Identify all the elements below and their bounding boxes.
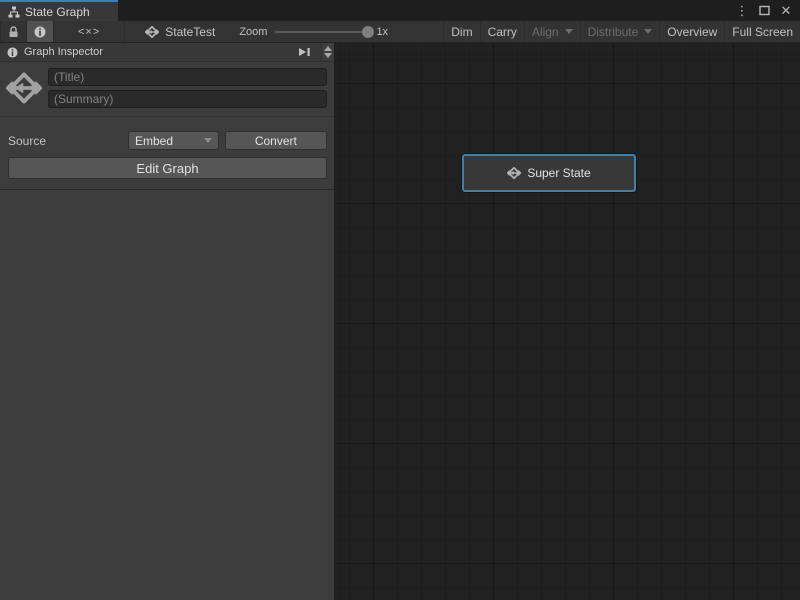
source-label: Source [8,134,128,148]
toolbar: <×> StateTest Zoom 1x Dim [0,21,800,43]
align-button[interactable]: Align [525,21,581,42]
inspector-empty-area [0,190,334,600]
node-label: Super State [527,166,590,180]
panel-scroll-arrows[interactable] [321,43,334,61]
distribute-label: Distribute [588,25,639,39]
scroll-up-icon[interactable] [324,46,332,51]
distribute-button[interactable]: Distribute [581,21,661,42]
close-icon[interactable]: ✕ [778,3,794,19]
scroll-down-icon[interactable] [324,53,332,58]
zoom-slider[interactable] [275,31,368,33]
align-label: Align [532,25,559,39]
inspector-header: Graph Inspector [0,43,334,62]
inspector-title: Graph Inspector [24,46,288,58]
code-icon: <×> [78,26,100,38]
zoom-value: 1x [376,26,388,38]
window-menu-icon[interactable]: ⋮ [734,3,750,19]
chevron-down-icon [565,29,573,34]
info-icon [34,26,46,38]
graph-canvas[interactable]: Super State [335,43,800,600]
super-state-node[interactable]: Super State [462,154,636,192]
inspector-toggle-button[interactable] [27,21,54,42]
dim-label: Dim [451,25,472,39]
convert-button[interactable]: Convert [225,131,327,150]
titlebar-spacer [118,0,728,21]
overview-button[interactable]: Overview [660,21,725,42]
chevron-down-icon [644,29,652,34]
state-machine-icon [145,25,159,39]
window-controls: ⋮ ✕ [728,0,800,21]
edit-graph-label: Edit Graph [136,161,198,176]
machine-breadcrumb[interactable]: StateTest [125,21,225,42]
source-dropdown[interactable]: Embed [128,131,219,150]
info-icon [7,47,18,58]
state-graph-window: State Graph ⋮ ✕ [0,0,800,600]
maximize-icon[interactable] [756,3,772,19]
fullscreen-label: Full Screen [732,25,793,39]
lock-icon [8,26,19,38]
tab-title: State Graph [25,5,90,19]
carry-label: Carry [488,25,517,39]
graph-title-section [0,62,334,117]
edit-graph-button[interactable]: Edit Graph [8,157,327,179]
zoom-control: Zoom 1x [225,21,388,42]
zoom-label: Zoom [239,26,267,38]
zoom-slider-knob[interactable] [362,26,374,38]
dim-button[interactable]: Dim [443,21,480,42]
chevron-down-icon [204,138,212,143]
overview-label: Overview [667,25,717,39]
graph-summary-input[interactable] [48,90,327,108]
graph-title-input[interactable] [48,68,327,86]
title-fields [48,68,327,108]
fullscreen-button[interactable]: Full Screen [725,21,800,42]
graph-inspector-panel: Graph Inspector [0,43,335,600]
toolbar-spacer [388,21,443,42]
main-area: Graph Inspector [0,43,800,600]
dock-right-icon [298,46,311,58]
state-machine-icon [6,68,42,108]
titlebar: State Graph ⋮ ✕ [0,0,800,21]
convert-label: Convert [255,134,297,148]
tab-state-graph[interactable]: State Graph [0,0,118,21]
lock-button[interactable] [0,21,27,42]
inspector-body: Source Embed Convert Edit Graph [0,62,334,600]
carry-button[interactable]: Carry [481,21,525,42]
machine-name: StateTest [165,25,215,39]
source-row: Source Embed Convert [0,131,334,150]
code-view-button[interactable]: <×> [54,21,125,42]
dock-panel-button[interactable] [294,46,315,58]
state-machine-icon [507,166,521,180]
graph-hierarchy-icon [8,6,20,18]
source-selected-value: Embed [135,134,173,148]
